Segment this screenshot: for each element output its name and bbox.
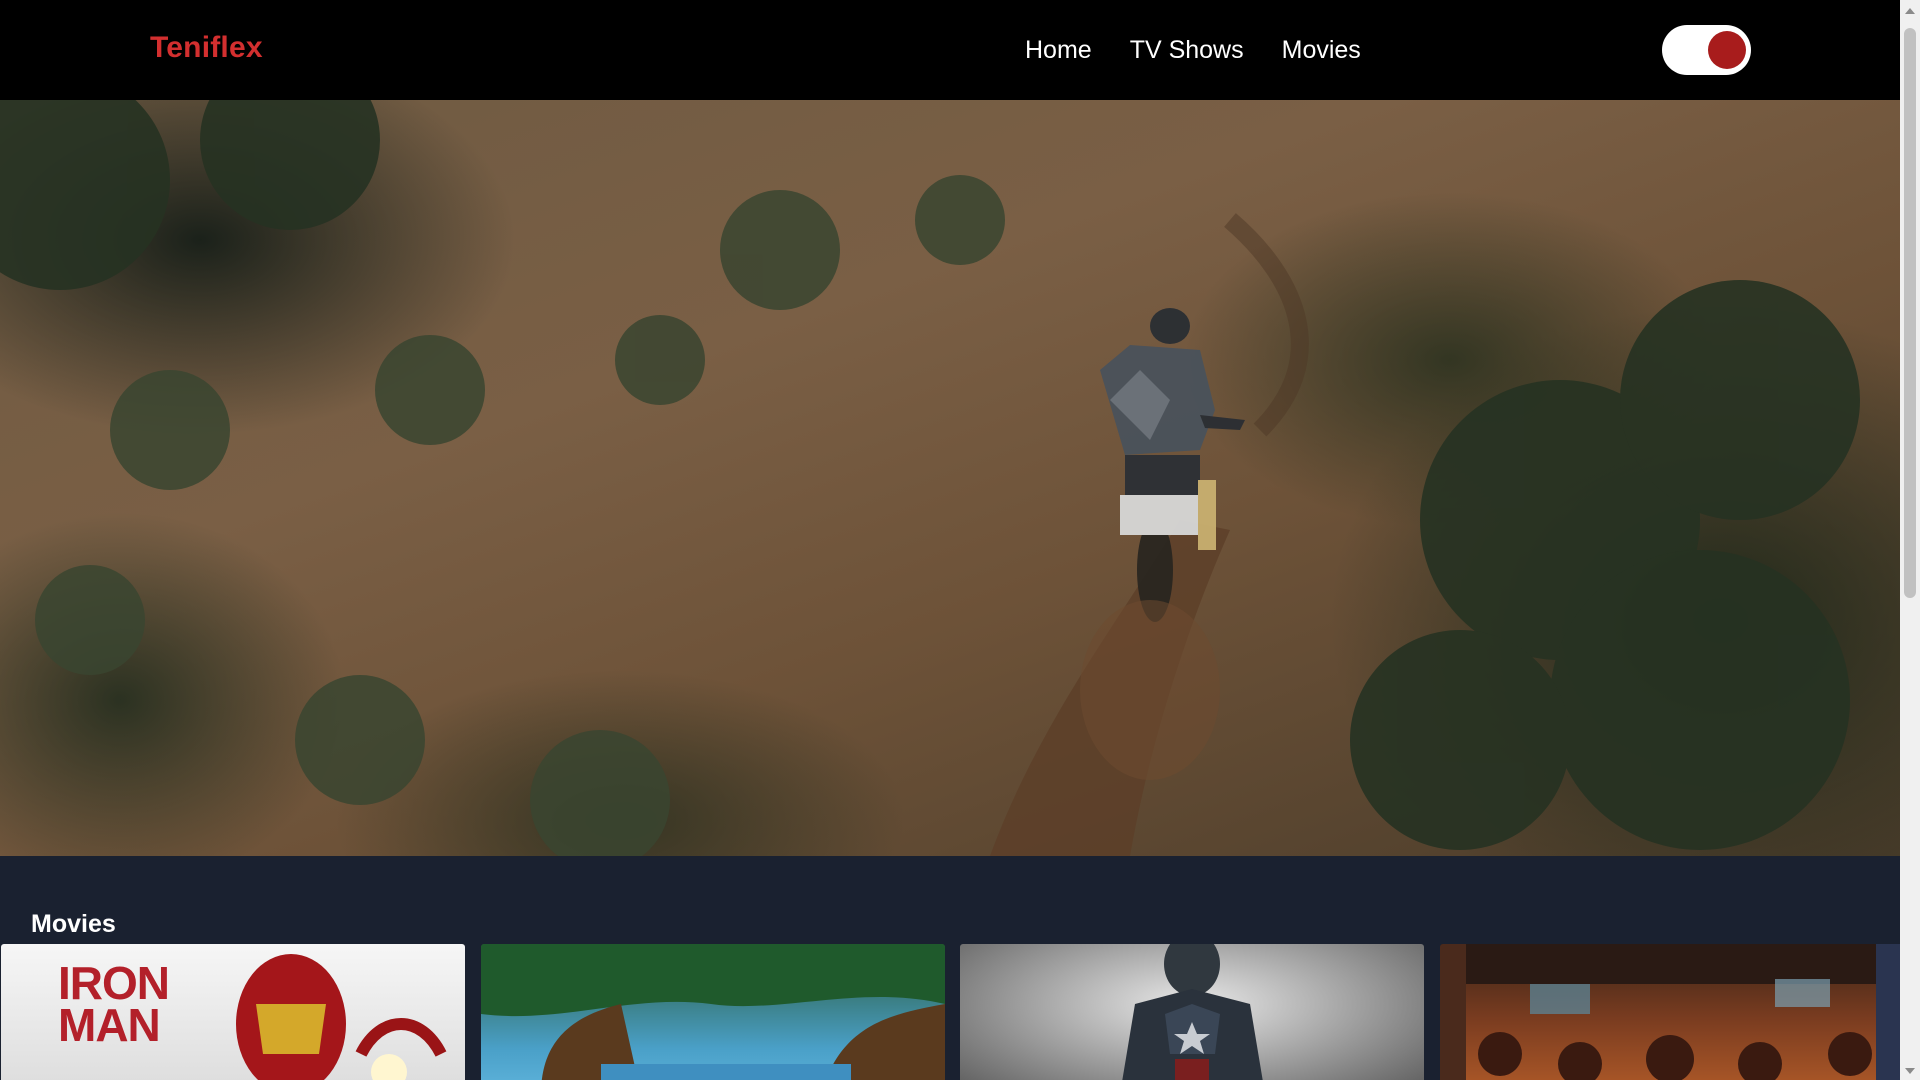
movie-card-iron-man[interactable]: IRON MAN xyxy=(1,944,465,1080)
scroll-thumb[interactable] xyxy=(1904,28,1916,598)
nav-movies-link[interactable]: Movies xyxy=(1282,36,1361,65)
page-scrollbar[interactable] xyxy=(1900,0,1920,1080)
hero-video[interactable] xyxy=(0,100,1900,856)
movie-card-avengers[interactable] xyxy=(1440,944,1904,1080)
scroll-down-arrow-icon[interactable] xyxy=(1905,1068,1915,1074)
forest-poster-art xyxy=(481,944,945,1080)
movies-section-title: Movies xyxy=(31,910,116,938)
nav-tv-shows-link[interactable]: TV Shows xyxy=(1130,36,1244,65)
top-navbar: Teniflex Home TV Shows Movies xyxy=(0,0,1900,100)
movie-card-captain-america[interactable] xyxy=(960,944,1424,1080)
avengers-poster-art xyxy=(1440,944,1904,1080)
theme-toggle[interactable] xyxy=(1662,25,1751,75)
movies-row: IRON MAN xyxy=(0,944,1904,1080)
iron-man-poster-art xyxy=(236,954,447,1080)
brand-logo[interactable]: Teniflex xyxy=(150,31,263,65)
rider xyxy=(1100,308,1245,622)
toggle-knob xyxy=(1708,31,1746,69)
hero-scene xyxy=(0,100,1860,856)
main-nav: Home TV Shows Movies xyxy=(1025,36,1361,65)
scroll-up-arrow-icon[interactable] xyxy=(1905,8,1915,14)
captain-america-poster-art xyxy=(1122,944,1263,1080)
movie-card-forest[interactable] xyxy=(481,944,945,1080)
nav-home-link[interactable]: Home xyxy=(1025,36,1092,65)
